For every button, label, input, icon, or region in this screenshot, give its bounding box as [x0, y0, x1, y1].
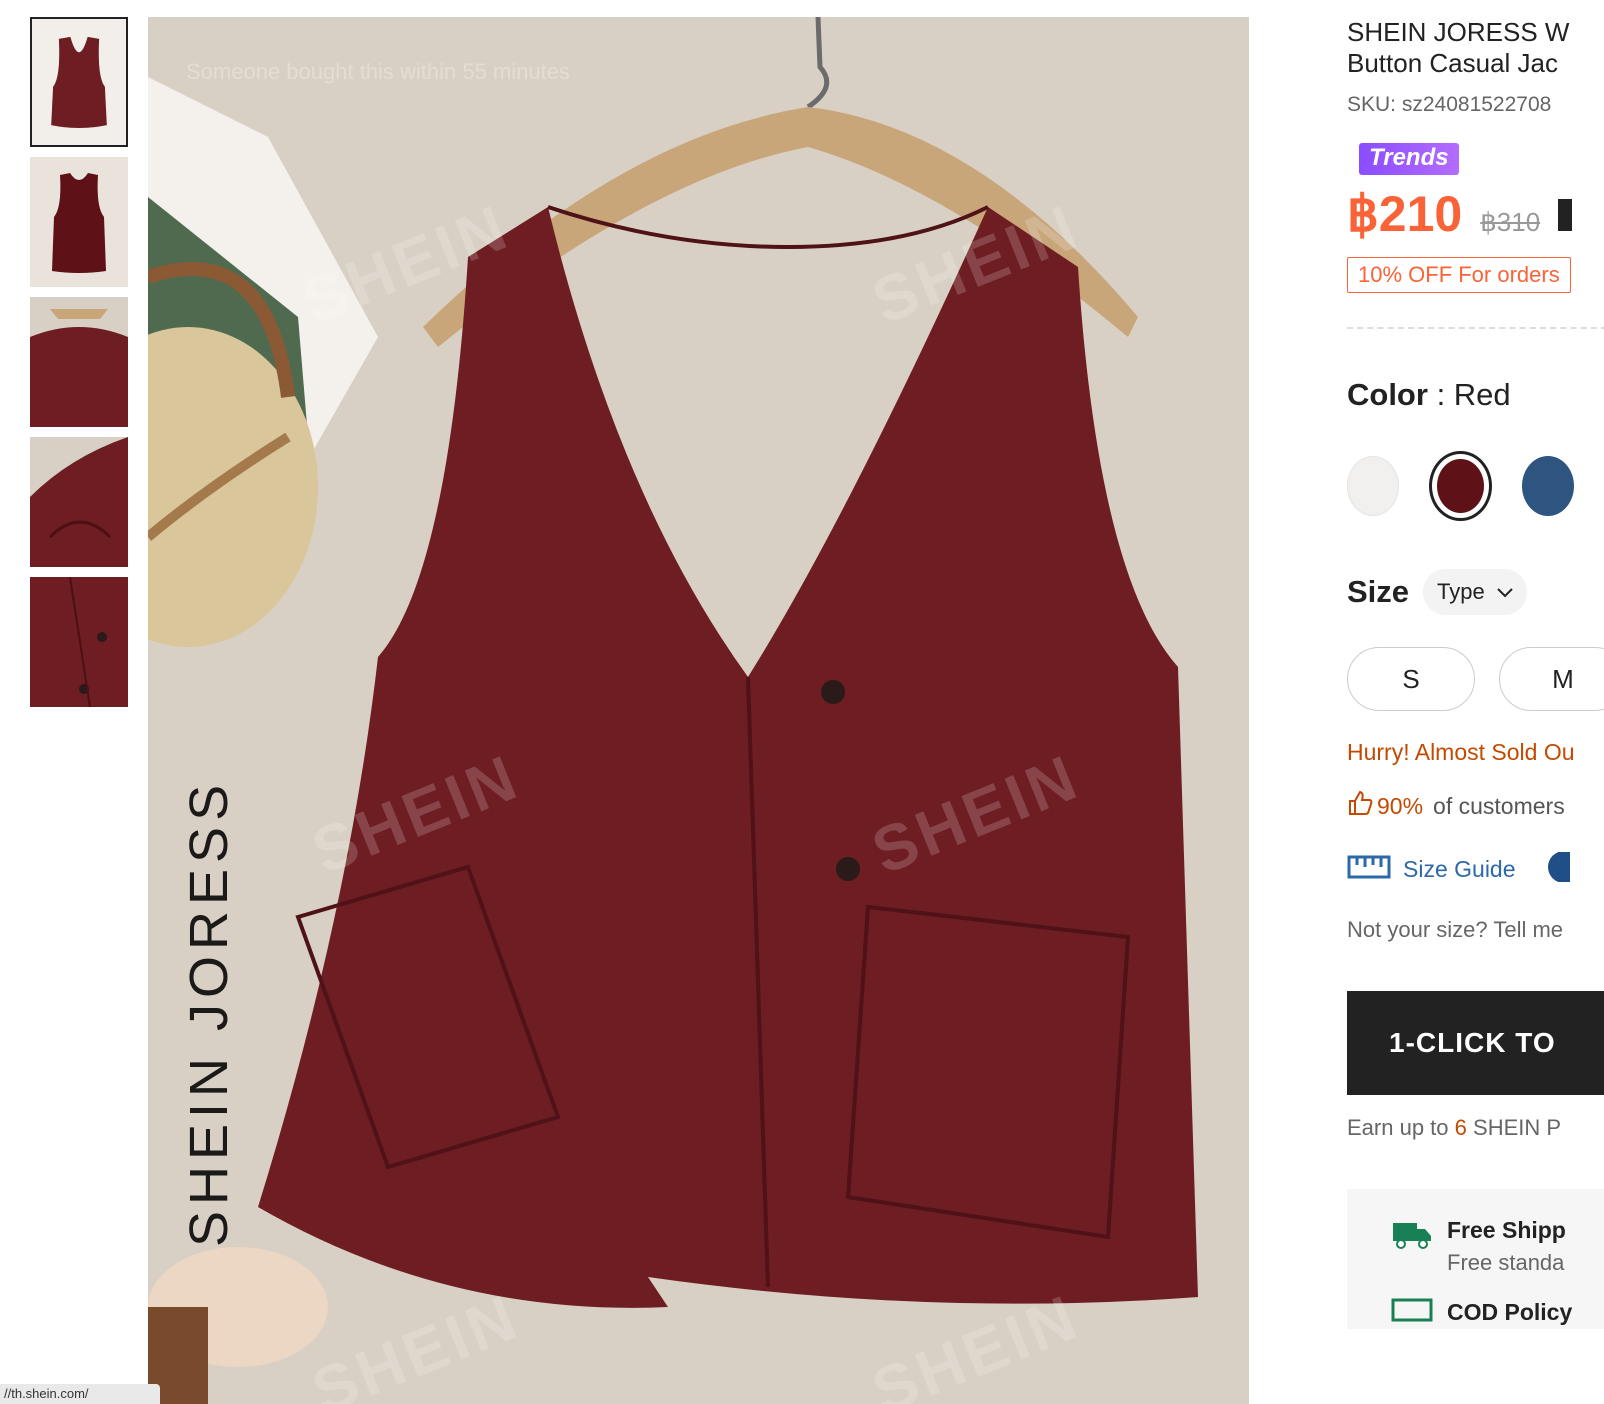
- not-your-size-text[interactable]: Not your size? Tell me: [1347, 917, 1604, 943]
- thumbs-up-icon: [1347, 790, 1373, 822]
- promo-badge[interactable]: 10% OFF For orders: [1347, 257, 1571, 293]
- original-price: ฿310: [1480, 207, 1541, 237]
- thumbnail-1[interactable]: [30, 17, 128, 147]
- fit-feedback: 90% of customers: [1347, 790, 1604, 822]
- sku-text: SKU: sz24081522708: [1347, 93, 1552, 116]
- red-swatch[interactable]: [1429, 451, 1493, 521]
- status-bar-url: //th.shein.com/: [0, 1384, 160, 1404]
- color-heading: Color : Red: [1347, 377, 1604, 413]
- thumbnail-5[interactable]: [30, 577, 128, 707]
- fit-percentage: 90%: [1377, 792, 1424, 819]
- size-options: S M: [1347, 647, 1604, 711]
- earn-prefix: Earn up to: [1347, 1115, 1449, 1140]
- size-option-m[interactable]: M: [1499, 647, 1604, 711]
- purchase-ticker: Someone bought this within 55 minutes: [186, 59, 571, 84]
- size-type-dropdown[interactable]: Type: [1423, 569, 1527, 615]
- stock-warning: Hurry! Almost Sold Ou: [1347, 739, 1575, 765]
- sale-price: ฿210: [1347, 186, 1463, 242]
- blue-swatch[interactable]: [1522, 456, 1575, 516]
- fit-assistant-icon[interactable]: [1544, 851, 1580, 887]
- cod-policy-row[interactable]: COD Policy: [1391, 1298, 1604, 1327]
- size-heading: Size Type: [1347, 569, 1604, 615]
- size-guide-link[interactable]: Size Guide: [1403, 856, 1516, 883]
- trends-badge: Trends: [1359, 143, 1459, 175]
- earn-suffix: SHEIN P: [1473, 1115, 1562, 1140]
- price-row: ฿210 ฿310: [1347, 185, 1604, 243]
- color-swatches: [1347, 451, 1604, 521]
- free-shipping-title: Free Shipp: [1447, 1217, 1566, 1243]
- free-shipping-sub: Free standa: [1447, 1250, 1565, 1275]
- product-page: SHEIN SHEIN SHEIN SHEIN SHEIN SHEIN Some…: [0, 0, 1604, 1404]
- main-product-image[interactable]: SHEIN SHEIN SHEIN SHEIN SHEIN SHEIN Some…: [148, 17, 1249, 1404]
- shipping-info: Free Shipp Free standa COD Policy: [1347, 1189, 1604, 1329]
- chevron-down-icon: [1497, 582, 1513, 603]
- cod-icon: [1391, 1298, 1433, 1327]
- truck-icon: [1391, 1217, 1433, 1256]
- white-swatch[interactable]: [1347, 456, 1400, 516]
- ruler-icon: [1347, 855, 1391, 884]
- discount-badge: [1558, 199, 1573, 231]
- size-guide-row: Size Guide: [1347, 851, 1604, 887]
- brand-text: SHEIN JORESS: [179, 778, 239, 1247]
- fit-text: of customers: [1433, 792, 1565, 819]
- vest-illustration: [148, 17, 1198, 1404]
- points-earn-text: Earn up to 6 SHEIN P: [1347, 1115, 1604, 1141]
- earn-number: 6: [1454, 1115, 1467, 1140]
- color-label: Color: [1347, 377, 1428, 412]
- size-option-s[interactable]: S: [1347, 647, 1475, 711]
- thumbnail-4[interactable]: [30, 437, 128, 567]
- thumbnail-2[interactable]: [30, 157, 128, 287]
- product-title-line-1: SHEIN JORESS W: [1347, 17, 1570, 47]
- one-click-buy-button[interactable]: 1-CLICK TO: [1347, 991, 1604, 1095]
- color-selected: : Red: [1436, 377, 1511, 412]
- size-label: Size: [1347, 574, 1410, 609]
- product-info-panel: SHEIN JORESS W Button Casual Jac SKU: sz…: [1347, 17, 1604, 1329]
- size-type-label: Type: [1437, 579, 1485, 604]
- thumbnail-3[interactable]: [30, 297, 128, 427]
- cod-policy-title: COD Policy: [1447, 1299, 1573, 1325]
- thumbnail-list: [30, 17, 130, 717]
- free-shipping-row[interactable]: Free Shipp Free standa: [1391, 1217, 1604, 1276]
- divider: [1347, 327, 1604, 329]
- product-title-line-2: Button Casual Jac: [1347, 48, 1559, 78]
